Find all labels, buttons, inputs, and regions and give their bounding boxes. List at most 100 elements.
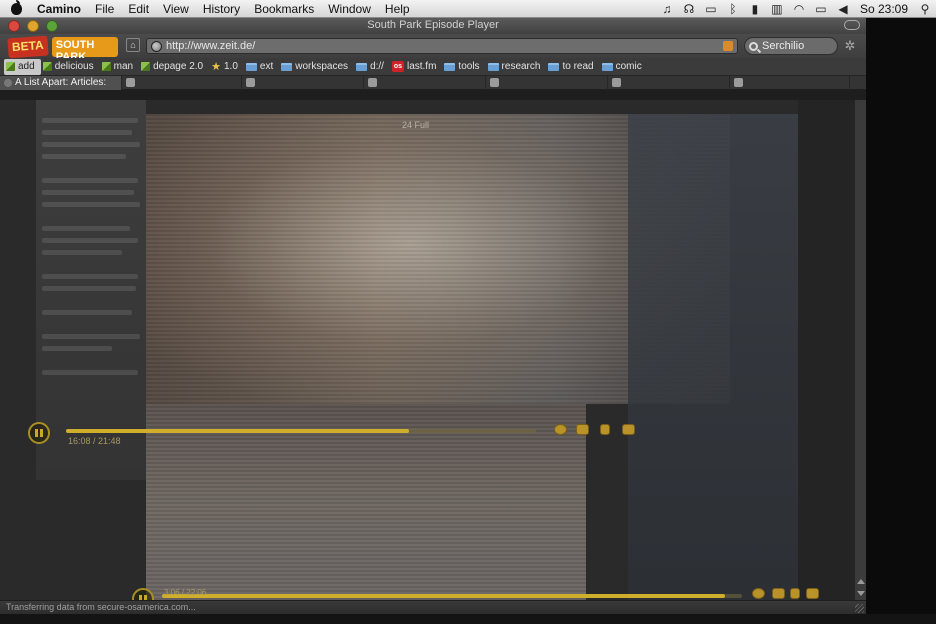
fullscreen-icon-lower[interactable] xyxy=(806,588,819,599)
tab-close-icon[interactable] xyxy=(4,78,12,87)
bookmark-lastfm[interactable]: os last.fm xyxy=(390,58,442,76)
search-input[interactable] xyxy=(762,40,832,52)
url-input[interactable] xyxy=(166,40,726,52)
info-icon-lower[interactable] xyxy=(752,588,765,599)
folder-icon xyxy=(444,62,456,71)
progress-track-upper[interactable] xyxy=(66,429,536,433)
home-button[interactable]: ⌂ xyxy=(126,38,140,52)
tab-a-list-apart[interactable]: A List Apart: Articles: xyxy=(0,75,122,90)
bookmark-label: research xyxy=(501,61,541,72)
search-box[interactable] xyxy=(744,37,838,55)
scroll-down-arrow-icon[interactable] xyxy=(857,591,865,596)
bookmark-add[interactable]: add xyxy=(4,58,41,75)
tab-4[interactable] xyxy=(364,75,486,90)
bookmark-label: workspaces xyxy=(295,61,349,72)
apple-icon[interactable] xyxy=(0,0,30,18)
bookmark-label: comic xyxy=(615,61,642,72)
menu-history[interactable]: History xyxy=(196,0,247,18)
window-titlebar[interactable]: South Park Episode Player xyxy=(0,18,866,34)
bookmark-1-0[interactable]: ★ 1.0 xyxy=(209,58,244,76)
scroll-up-arrow-icon[interactable] xyxy=(857,579,865,584)
tab-bar: A List Apart: Articles: xyxy=(0,75,866,90)
window-title: South Park Episode Player xyxy=(367,19,499,31)
bookmark-label: ext xyxy=(259,61,274,72)
gear-icon[interactable]: ✲ xyxy=(842,38,858,54)
menu-window[interactable]: Window xyxy=(321,0,378,18)
tab-7[interactable] xyxy=(730,75,850,90)
bookmark-ext[interactable]: ext xyxy=(244,58,279,76)
search-icon[interactable] xyxy=(749,41,758,51)
menu-view[interactable]: View xyxy=(156,0,196,18)
pen-icon xyxy=(141,62,151,71)
menu-help[interactable]: Help xyxy=(378,0,417,18)
tab-5[interactable] xyxy=(486,75,608,90)
menu-bar: Camino File Edit View History Bookmarks … xyxy=(0,0,936,18)
bookmark-label: delicious xyxy=(54,61,94,72)
time-readout-upper: 16:08 / 21:48 xyxy=(68,436,121,446)
bars-icon[interactable]: ▥ xyxy=(766,0,788,18)
bookmark-workspaces[interactable]: workspaces xyxy=(279,58,354,76)
bookmark-man[interactable]: man xyxy=(100,58,139,76)
bluetooth-icon[interactable]: ᛒ xyxy=(722,0,744,18)
info-icon-upper[interactable] xyxy=(554,424,567,435)
bookmark-label: last.fm xyxy=(406,61,437,72)
menu-app-name[interactable]: Camino xyxy=(30,0,88,18)
menu-file[interactable]: File xyxy=(88,0,121,18)
vertical-scrollbar[interactable] xyxy=(854,100,866,600)
bookmark-to-read[interactable]: to read xyxy=(546,58,599,76)
progress-track-lower[interactable] xyxy=(162,594,742,598)
bookmark-label: d:// xyxy=(370,61,384,72)
bookmark-label: 1.0 xyxy=(224,61,238,72)
browser-window: South Park Episode Player BETA SOUTH PAR… xyxy=(0,18,866,614)
tab-favicon-icon xyxy=(246,78,255,87)
address-bar[interactable] xyxy=(146,38,738,54)
keyboard-icon[interactable]: ▭ xyxy=(700,0,722,18)
pen-icon xyxy=(101,62,111,71)
bookmark-delicious[interactable]: delicious xyxy=(41,58,100,76)
itunes-note-icon[interactable]: ♫ xyxy=(656,0,678,18)
tab-3[interactable] xyxy=(242,75,364,90)
bookmarks-bar: add delicious man depage 2.0 ★ 1.0 ext w… xyxy=(0,58,866,76)
desktop-background xyxy=(0,614,936,624)
bookmark-tools[interactable]: tools xyxy=(442,58,485,76)
volume-icon[interactable]: ◀ xyxy=(832,0,854,18)
battery-icon[interactable]: ▮ xyxy=(744,0,766,18)
video-side-panel xyxy=(628,114,798,600)
script-icon[interactable]: ☊ xyxy=(678,0,700,18)
navigation-toolbar: BETA SOUTH PARK ⌂ ✲ xyxy=(0,34,866,63)
logo-beta: BETA xyxy=(7,35,49,59)
time-readout-lower: 3:06 / 22:06 xyxy=(164,588,207,597)
tab-2[interactable] xyxy=(122,75,242,90)
video-label: 24 Full xyxy=(402,120,430,130)
tab-favicon-icon xyxy=(368,78,377,87)
folder-icon xyxy=(548,62,560,71)
pause-button-upper[interactable] xyxy=(28,422,50,444)
folder-icon xyxy=(356,62,368,71)
page-header-strip xyxy=(0,90,866,100)
bookmark-comic[interactable]: comic xyxy=(600,58,648,76)
tab-6[interactable] xyxy=(608,75,730,90)
bookmark-label: to read xyxy=(562,61,594,72)
fullscreen-icon-upper[interactable] xyxy=(622,424,635,435)
bookmark-research[interactable]: research xyxy=(486,58,547,76)
chapters-icon-lower[interactable] xyxy=(772,588,785,599)
resize-grip-icon[interactable] xyxy=(855,604,864,613)
toolbar-toggle-button[interactable] xyxy=(844,20,860,30)
menu-bookmarks[interactable]: Bookmarks xyxy=(247,0,321,18)
pause-button-lower[interactable] xyxy=(132,588,154,600)
bookmark-depage[interactable]: depage 2.0 xyxy=(139,58,209,76)
bookmark-d[interactable]: d:// xyxy=(354,58,390,76)
menubar-clock[interactable]: So 23:09 xyxy=(854,2,914,16)
wifi-icon[interactable]: ◠ xyxy=(788,0,810,18)
status-bar: Transferring data from secure-osamerica.… xyxy=(0,600,866,614)
menu-edit[interactable]: Edit xyxy=(121,0,156,18)
right-sidebar xyxy=(798,100,854,600)
power-icon[interactable]: ▭ xyxy=(810,0,832,18)
lastfm-icon: os xyxy=(391,61,404,72)
rss-icon[interactable] xyxy=(723,41,733,51)
tab-label: A List Apart: Articles: xyxy=(15,77,107,88)
volume-icon-upper[interactable] xyxy=(600,424,610,435)
volume-icon-lower[interactable] xyxy=(790,588,800,599)
chapters-icon-upper[interactable] xyxy=(576,424,589,435)
spotlight-icon[interactable]: ⚲ xyxy=(914,0,936,18)
